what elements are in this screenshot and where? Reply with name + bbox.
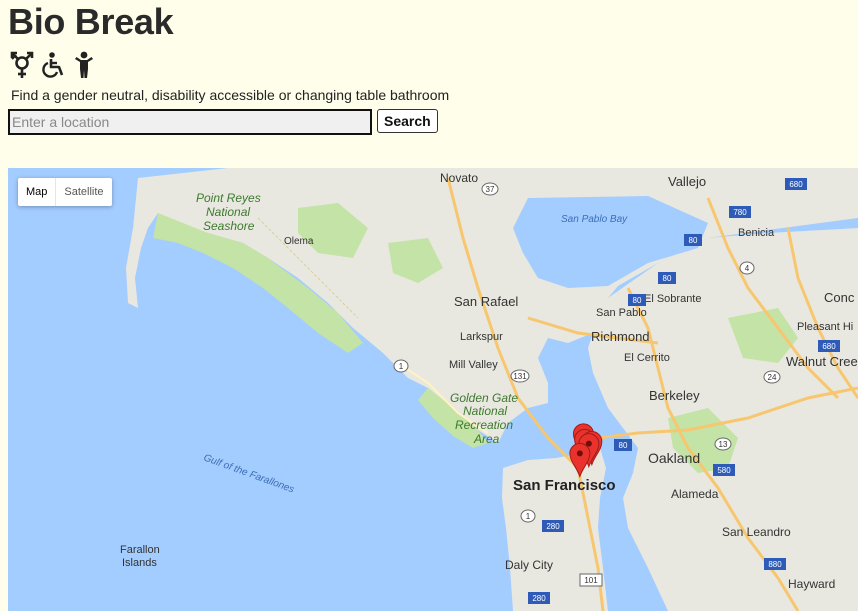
map-label: Walnut Cree	[786, 354, 858, 369]
route-shield: 37	[486, 185, 495, 194]
map-label: El Sobrante	[644, 293, 701, 305]
route-shield: 780	[733, 208, 747, 217]
map-label: Benicia	[738, 227, 775, 239]
map-label: San Rafael	[454, 294, 518, 309]
location-search-input[interactable]	[8, 109, 372, 135]
east-bay-land	[588, 228, 858, 611]
route-shield: 680	[822, 342, 836, 351]
route-shield: 280	[532, 594, 546, 603]
route-shield: 80	[689, 236, 698, 245]
map-label: Pleasant Hi	[797, 321, 853, 333]
route-shield: 1	[526, 512, 531, 521]
map-canvas[interactable]: Novato Vallejo San Pablo Bay Point Reyes…	[8, 168, 858, 611]
search-button[interactable]: Search	[377, 109, 438, 133]
map-type-map-button[interactable]: Map	[18, 178, 55, 206]
route-shield: 24	[768, 373, 777, 382]
route-shield: 580	[717, 466, 731, 475]
map-label: Alameda	[671, 487, 719, 501]
map-label: Oakland	[648, 450, 700, 466]
map-label: San Pablo	[596, 307, 647, 319]
map-view[interactable]: Novato Vallejo San Pablo Bay Point Reyes…	[8, 168, 858, 611]
app-title: Bio Break	[8, 1, 174, 42]
map-label: Richmond	[591, 329, 650, 344]
wheelchair-icon	[42, 52, 64, 78]
map-label: Olema	[284, 236, 314, 247]
amenity-icons	[8, 50, 96, 80]
map-label: Recreation	[455, 418, 513, 432]
route-shield: 280	[546, 522, 560, 531]
route-shield: 680	[789, 180, 803, 189]
map-label: Novato	[440, 171, 478, 185]
map-type-control: Map Satellite	[18, 178, 112, 206]
map-label: Islands	[122, 557, 157, 569]
map-label: Hayward	[788, 577, 835, 591]
map-label: Golden Gate	[450, 391, 518, 405]
map-label: Seashore	[203, 219, 255, 233]
route-shield: 4	[745, 264, 750, 273]
map-label: Gulf of the Farallones	[202, 452, 296, 495]
route-shield: 13	[719, 440, 728, 449]
map-label: El Cerrito	[624, 352, 670, 364]
map-label: Vallejo	[668, 174, 706, 189]
map-label: National	[206, 205, 250, 219]
map-label: San Francisco	[513, 477, 616, 494]
search-bar: Search	[8, 109, 438, 135]
map-label: Area	[473, 432, 500, 446]
route-shield: 80	[663, 274, 672, 283]
map-label: Daly City	[505, 558, 553, 572]
marker-dot	[576, 450, 583, 457]
map-label: Larkspur	[460, 331, 503, 343]
child-icon	[75, 51, 93, 78]
route-shield: 131	[513, 372, 527, 381]
map-label: Mill Valley	[449, 359, 498, 371]
map-label: Point Reyes	[196, 191, 261, 205]
map-label: San Pablo Bay	[561, 214, 628, 225]
route-shield: 80	[619, 441, 628, 450]
map-label: San Leandro	[722, 525, 791, 539]
route-shield: 101	[584, 576, 598, 585]
map-label: Conc	[824, 290, 855, 305]
map-label: Farallon	[120, 544, 160, 556]
map-label: National	[463, 404, 507, 418]
route-shield: 80	[633, 296, 642, 305]
route-shield: 1	[399, 362, 404, 371]
map-type-satellite-button[interactable]: Satellite	[56, 178, 111, 206]
app-subtitle: Find a gender neutral, disability access…	[11, 87, 450, 103]
transgender-icon	[10, 51, 34, 78]
map-label: Berkeley	[649, 388, 700, 403]
